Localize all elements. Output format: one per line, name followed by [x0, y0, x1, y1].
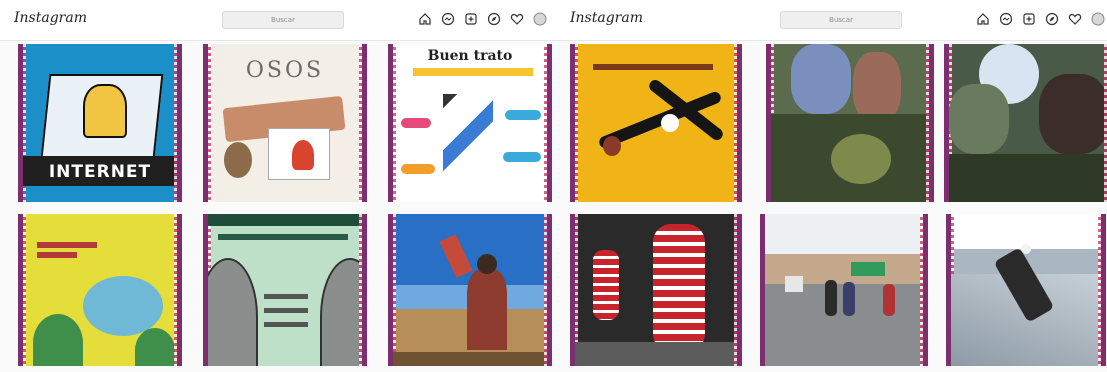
post-red-figures-cover[interactable] — [570, 214, 742, 372]
heart-icon[interactable] — [510, 12, 524, 26]
top-navigation-bar: Instagram Buscar — [0, 0, 560, 41]
post-yellow-colors-cover[interactable] — [18, 214, 182, 372]
top-navigation-bar: Instagram Buscar — [560, 0, 1107, 41]
nav-icons — [418, 12, 547, 28]
home-icon[interactable] — [418, 12, 432, 26]
explore-icon[interactable] — [487, 12, 501, 26]
post-group-plants-photo[interactable] — [944, 44, 1107, 202]
post-road-walkers-photo[interactable] — [760, 214, 928, 372]
post-title: Buen trato — [427, 48, 513, 64]
post-title: INTERNET — [48, 162, 152, 182]
post-osos-cover[interactable]: OSOS — [203, 44, 367, 202]
post-buen-trato-cover[interactable]: Buen trato — [388, 44, 552, 202]
new-post-icon[interactable] — [1022, 12, 1036, 26]
post-condor-flight-photo[interactable] — [946, 214, 1106, 372]
nav-icons — [976, 12, 1105, 28]
heart-icon[interactable] — [1068, 12, 1082, 26]
bottom-strip — [0, 366, 560, 372]
post-internet-cover[interactable]: INTERNET — [18, 44, 182, 202]
bottom-strip — [560, 366, 1107, 372]
home-icon[interactable] — [976, 12, 990, 26]
search-input[interactable]: Buscar — [222, 11, 344, 29]
post-title: OSOS — [245, 58, 325, 83]
new-post-icon[interactable] — [464, 12, 478, 26]
profile-icon[interactable] — [533, 12, 547, 26]
left-instagram-window: Instagram Buscar INTERNET OSOS Buen trat… — [0, 0, 560, 372]
instagram-logo[interactable]: Instagram — [570, 10, 643, 26]
profile-icon[interactable] — [1091, 12, 1105, 26]
post-lake-photo[interactable] — [388, 214, 552, 372]
post-green-faces-cover[interactable] — [203, 214, 367, 372]
right-instagram-window: Instagram Buscar — [560, 0, 1107, 372]
explore-icon[interactable] — [1045, 12, 1059, 26]
search-input[interactable]: Buscar — [780, 11, 902, 29]
messenger-icon[interactable] — [999, 12, 1013, 26]
post-condor-cover[interactable] — [570, 44, 742, 202]
post-hands-plants-photo[interactable] — [766, 44, 934, 202]
instagram-logo[interactable]: Instagram — [14, 10, 87, 26]
messenger-icon[interactable] — [441, 12, 455, 26]
